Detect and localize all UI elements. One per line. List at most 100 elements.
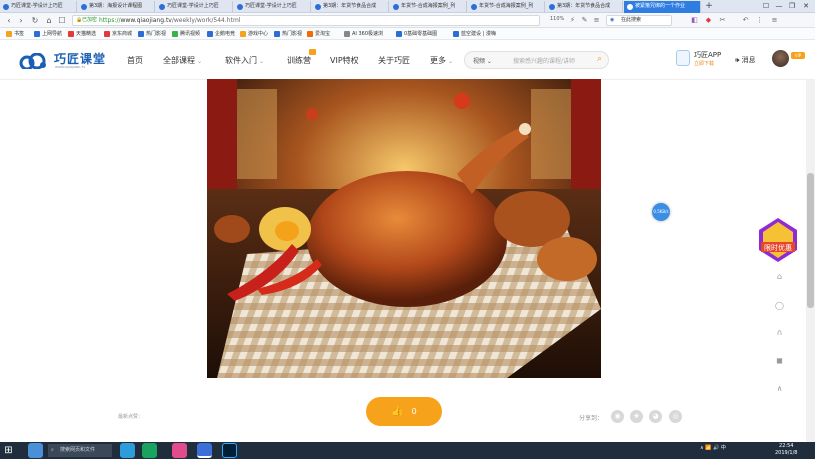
wechat-icon[interactable]: ◉: [611, 410, 624, 423]
tab-favicon-icon: [393, 4, 399, 10]
app-360-browser-icon[interactable]: [197, 443, 212, 458]
curtain-left: [207, 79, 237, 199]
close-window-button[interactable]: ✕: [800, 1, 812, 12]
zoom-level[interactable]: 110%: [550, 16, 564, 22]
minimize-button[interactable]: —: [773, 1, 785, 12]
screenshot-icon[interactable]: ✂: [718, 16, 727, 25]
avatar[interactable]: [772, 50, 789, 67]
bookmark-item[interactable]: 热门影视: [274, 29, 302, 39]
translate-icon[interactable]: ✎: [580, 16, 589, 25]
browser-tab[interactable]: 年货节-合成海报案例_列: [468, 1, 545, 13]
tab-label: 巧匠课堂-学设计上巧匠: [11, 3, 63, 9]
search-category-select[interactable]: 视频 ⌄: [473, 56, 492, 65]
bookmark-item[interactable]: 爱淘宝: [307, 29, 330, 39]
home-icon[interactable]: ⌂: [44, 15, 54, 26]
settings-icon[interactable]: ≡: [770, 16, 779, 25]
app-browser-icon[interactable]: [120, 443, 135, 458]
app-download-link[interactable]: 立即下载: [694, 60, 714, 67]
browser-tab[interactable]: 第3期：年货节食品合成: [312, 1, 389, 13]
feedback-icon[interactable]: ◼: [774, 355, 785, 366]
nav-item[interactable]: 软件入门 ⌄: [225, 55, 264, 66]
app-green-icon[interactable]: [142, 443, 157, 458]
collection-icon[interactable]: ☐: [57, 15, 67, 26]
undo-icon[interactable]: ↶: [741, 16, 750, 25]
system-tray[interactable]: ∧ 📶 🔊 中: [700, 444, 726, 451]
browser-tab[interactable]: 年货节-合成海报案例_列: [390, 1, 467, 13]
bookmark-label: 腾讯视频: [180, 31, 201, 37]
restore-button[interactable]: ❐: [786, 1, 798, 12]
browser-tab[interactable]: 巧匠课堂-学设计上巧匠: [0, 1, 77, 13]
app-pink-icon[interactable]: [172, 443, 187, 458]
bookmark-item[interactable]: 书签: [6, 29, 24, 39]
browser-search-input[interactable]: ◉ 在此搜索: [606, 15, 672, 26]
bookmark-item[interactable]: 上网导航: [34, 29, 62, 39]
nav-item[interactable]: 首页: [127, 55, 143, 66]
site-search-input[interactable]: 搜索感兴趣的课程/讲师: [513, 56, 575, 65]
bookmark-item[interactable]: 企鹅电竞: [207, 29, 235, 39]
tab-label: 第3期：海报设计课程图: [89, 3, 143, 9]
tab-favicon-icon: [315, 4, 321, 10]
new-tab-button[interactable]: +: [704, 1, 714, 12]
game-icon[interactable]: ◆: [704, 16, 713, 25]
browser-tab[interactable]: 巧匠课堂-学设计上巧匠: [156, 1, 233, 13]
back-to-top-icon[interactable]: ∧: [774, 383, 785, 394]
browser-tab[interactable]: 第3期：年货节食品合成: [546, 1, 623, 13]
tab-favicon-icon: [3, 4, 9, 10]
bookmark-item[interactable]: 蓝空建设 | 漫嗨: [453, 29, 496, 39]
bookmark-item[interactable]: 0基础零基础图: [396, 29, 437, 39]
nav-item[interactable]: 更多 ⌄: [430, 55, 453, 66]
scrollbar-thumb[interactable]: [807, 173, 814, 308]
lightning-icon[interactable]: ⚡: [568, 16, 577, 25]
back-arrow-icon[interactable]: ‹: [4, 15, 14, 26]
search-icon[interactable]: ⌕: [597, 54, 602, 64]
bookmark-icon: [68, 31, 74, 37]
browser-tab[interactable]: 第3期：海报设计课程图: [78, 1, 155, 13]
nav-item[interactable]: 关于巧匠: [378, 55, 410, 66]
qzone-icon[interactable]: ★: [630, 410, 643, 423]
weibo-icon[interactable]: ◎: [669, 410, 682, 423]
menu-icon[interactable]: ≡: [592, 16, 601, 25]
curtain-right: [571, 79, 601, 199]
grid-menu-icon[interactable]: ⋮: [755, 16, 764, 25]
bookmark-item[interactable]: 热门影视: [138, 29, 166, 39]
skin-button[interactable]: ☐: [760, 1, 772, 12]
bookmark-item[interactable]: 腾讯视频: [172, 29, 200, 39]
tab-label: 年货节-合成海报案例_列: [479, 3, 534, 9]
qq-icon[interactable]: ◕: [649, 410, 662, 423]
nav-item[interactable]: VIP特权: [330, 55, 359, 66]
cart-icon[interactable]: ⌂: [774, 271, 785, 282]
refresh-icon[interactable]: ↻: [30, 15, 40, 26]
promo-badge[interactable]: 限时优惠: [759, 218, 797, 262]
windows-start-icon[interactable]: ⊞: [2, 444, 15, 457]
extension-icon[interactable]: ◧: [690, 16, 699, 25]
chat-icon[interactable]: ◯: [774, 300, 785, 311]
bookmark-item[interactable]: 京东商城: [104, 29, 132, 39]
site-search-box[interactable]: 视频 ⌄ 搜索感兴趣的课程/讲师 ⌕: [464, 51, 609, 69]
taskbar-clock[interactable]: 22:54 2019/1/8: [775, 443, 797, 457]
messages-link[interactable]: 🕪 消息: [735, 55, 756, 65]
forward-arrow-icon[interactable]: ›: [16, 15, 26, 26]
photoshop-icon[interactable]: [222, 443, 237, 458]
cortana-icon[interactable]: [28, 443, 43, 458]
taskbar-search-input[interactable]: ⌕ 搜索网页和文件: [48, 444, 112, 457]
bookmark-item[interactable]: AI 360极速浏: [344, 29, 383, 39]
tab-label: 巧匠课堂-学设计上巧匠: [167, 3, 219, 9]
bookmark-label: 热门影视: [282, 31, 303, 37]
bookmark-item[interactable]: 天猫精选: [68, 29, 96, 39]
headset-icon[interactable]: ∩: [774, 327, 785, 338]
url-path: /weekly/work/544.html: [171, 17, 241, 24]
like-button[interactable]: 👍 0: [366, 397, 442, 426]
tab-favicon-icon: [627, 4, 633, 10]
browser-tab[interactable]: 被紧箍咒绑的一个作业: [624, 1, 701, 13]
app-download[interactable]: 巧匠APP 立即下载: [676, 49, 726, 69]
bookmark-item[interactable]: 游戏中心: [240, 29, 268, 39]
url-field[interactable]: 🔒 已加密 https://www.qiaojiang.tv/weekly/wo…: [72, 15, 540, 26]
nav-item-label: 更多: [430, 56, 446, 65]
url-scheme: https://: [99, 17, 121, 24]
network-speed-badge[interactable]: 0.5KB/s: [652, 203, 670, 221]
bookmark-label: 热门影视: [146, 31, 167, 37]
browser-tab[interactable]: 巧匠课堂-学设计上巧匠: [234, 1, 311, 13]
url-host: www.qiaojiang.tv: [120, 17, 172, 24]
nav-item[interactable]: 全部课程 ⌄: [163, 55, 202, 66]
nav-item[interactable]: 训练营: [287, 55, 311, 66]
